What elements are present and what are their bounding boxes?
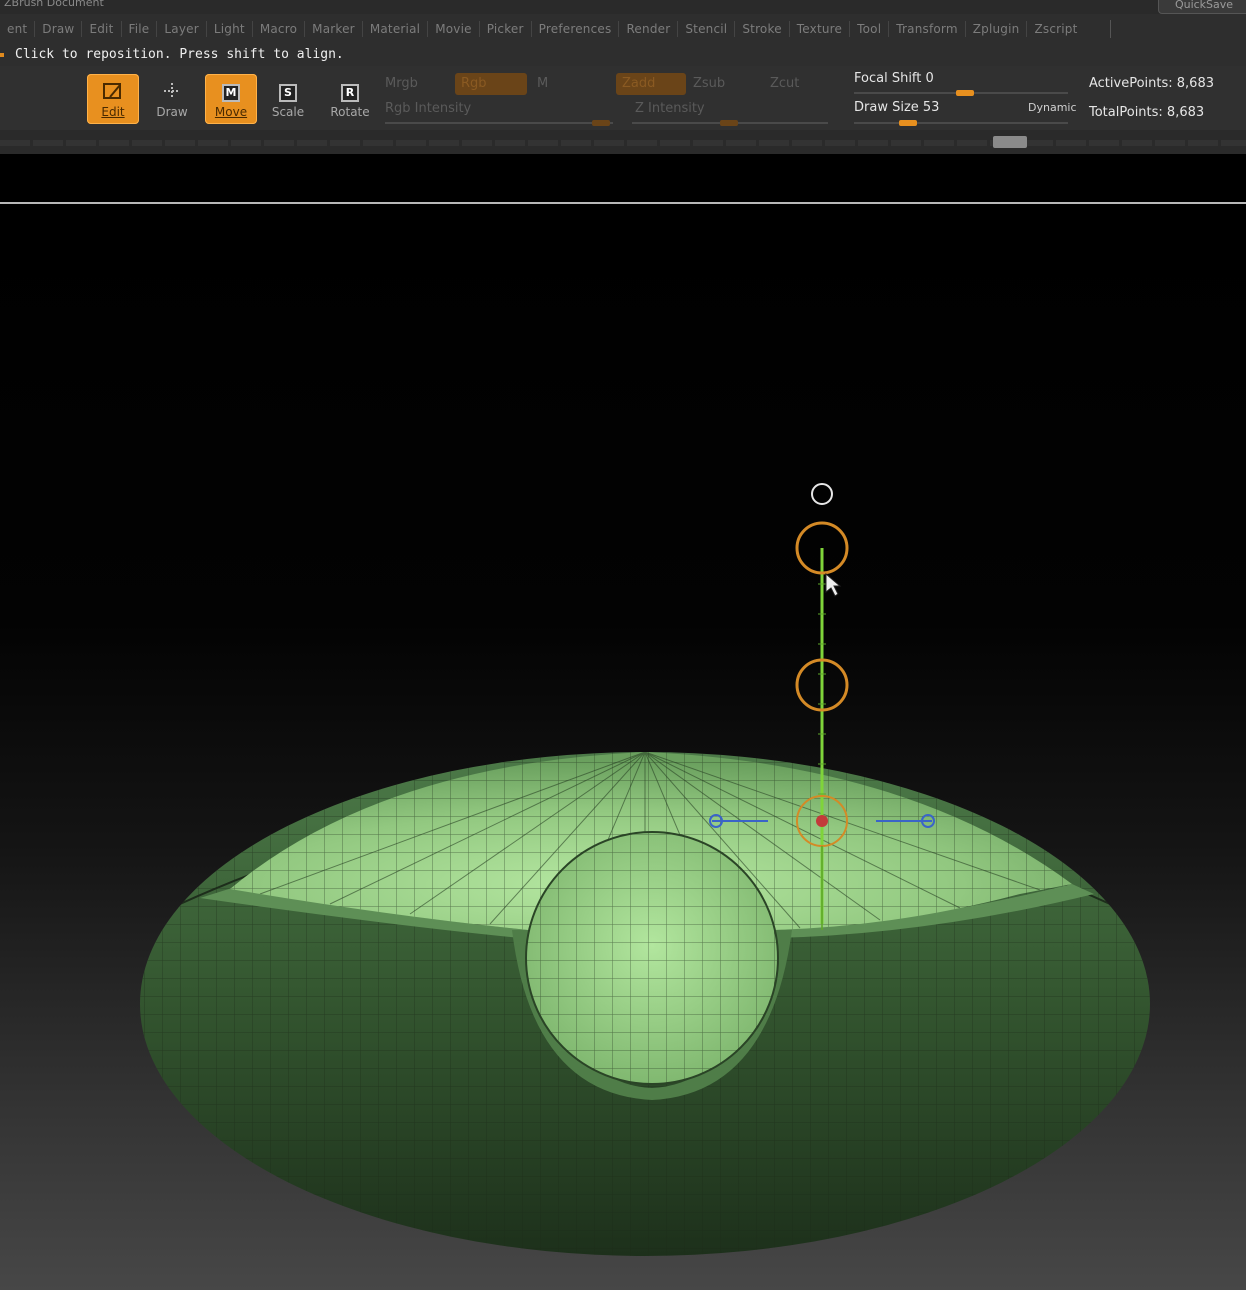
status-message: Click to reposition. Press shift to alig… (15, 47, 344, 62)
active-points-readout: ActivePoints: 8,683 (1089, 76, 1214, 91)
menu-item-texture[interactable]: Texture (790, 22, 849, 36)
move-button[interactable]: M Move (205, 74, 257, 124)
gizmo-handle-top[interactable] (811, 483, 833, 505)
menu-bar: ent Draw Edit File Layer Light Macro Marker Mate… (0, 14, 1246, 44)
m-button[interactable]: M (537, 76, 548, 91)
quicksave-button[interactable]: QuickSave (1158, 0, 1246, 14)
menu-item-zscript[interactable]: Zscript (1027, 22, 1084, 36)
z-intensity-knob[interactable] (720, 120, 738, 126)
scale-label: Scale (271, 105, 305, 119)
strip-segments (0, 140, 1246, 146)
draw-size-knob[interactable] (899, 120, 917, 126)
draw-size-track[interactable] (854, 122, 1068, 124)
menu-item-macro[interactable]: Macro (253, 22, 304, 36)
scale-icon: S (275, 80, 301, 102)
status-bar: Click to reposition. Press shift to alig… (0, 44, 1246, 66)
rotate-label: Rotate (330, 105, 370, 119)
rgb-intensity-knob[interactable] (592, 120, 610, 126)
menu-item-stencil[interactable]: Stencil (678, 22, 734, 36)
status-indicator (0, 53, 4, 57)
menu-item-picker[interactable]: Picker (480, 22, 531, 36)
menu-item-light[interactable]: Light (207, 22, 252, 36)
gizmo-center-dot (816, 815, 828, 827)
canvas-top-gap (0, 154, 1246, 202)
move-icon: M (218, 80, 244, 102)
edit-label: Edit (101, 105, 125, 119)
menu-item-zplugin[interactable]: Zplugin (966, 22, 1027, 36)
zcut-button[interactable]: Zcut (770, 76, 799, 91)
mrgb-button[interactable]: Mrgb (385, 76, 418, 91)
move-badge: M (222, 84, 240, 102)
menu-item-render[interactable]: Render (619, 22, 677, 36)
viewport-scene (140, 483, 1150, 1256)
rgb-intensity-track[interactable] (385, 122, 613, 124)
edit-button[interactable]: Edit (87, 74, 139, 124)
menu-item-draw[interactable]: Draw (35, 22, 81, 36)
z-intensity-label[interactable]: Z Intensity (635, 101, 705, 116)
window-title: ZBrush Document (4, 0, 104, 9)
menu-end-divider (1110, 20, 1111, 38)
menu-item-stroke[interactable]: Stroke (735, 22, 788, 36)
menu-item-edit[interactable]: Edit (82, 22, 120, 36)
zsub-button[interactable]: Zsub (693, 76, 725, 91)
scale-badge: S (279, 84, 297, 102)
dynamic-button[interactable]: Dynamic (1028, 101, 1077, 114)
title-bar: ZBrush Document QuickSave (0, 0, 1246, 14)
draw-label: Draw (156, 105, 188, 119)
focal-shift-label[interactable]: Focal Shift 0 (854, 71, 934, 86)
scale-button[interactable]: S Scale (262, 74, 314, 124)
menu-list: ent Draw Edit File Layer Light Macro Marker Mate… (0, 14, 1085, 44)
top-shelf: Edit Draw M Move S Scale R Rotate Mrgb R… (0, 66, 1246, 130)
menu-item-movie[interactable]: Movie (428, 22, 479, 36)
edit-icon (100, 80, 126, 102)
draw-button[interactable]: Draw (146, 74, 198, 124)
rotate-button[interactable]: R Rotate (324, 74, 376, 124)
menu-item-marker[interactable]: Marker (305, 22, 362, 36)
menu-item-layer[interactable]: Layer (157, 22, 205, 36)
strip-scroll-thumb[interactable] (993, 136, 1027, 148)
total-points-readout: TotalPoints: 8,683 (1089, 105, 1205, 120)
menu-item-tool[interactable]: Tool (850, 22, 888, 36)
cursor-icon (825, 572, 842, 597)
menu-item-material[interactable]: Material (363, 22, 427, 36)
draw-icon (159, 80, 185, 102)
draw-size-label[interactable]: Draw Size 53 (854, 100, 939, 115)
palette-strip (0, 130, 1246, 154)
rotate-icon: R (337, 80, 363, 102)
menu-item-transform[interactable]: Transform (889, 22, 965, 36)
zadd-button[interactable]: Zadd (616, 73, 686, 95)
move-label: Move (214, 105, 248, 119)
rotate-badge: R (341, 84, 359, 102)
menu-item-preferences[interactable]: Preferences (532, 22, 619, 36)
menu-item-file[interactable]: File (122, 22, 157, 36)
rgb-intensity-label[interactable]: Rgb Intensity (385, 101, 471, 116)
focal-shift-knob[interactable] (956, 90, 974, 96)
rgb-button[interactable]: Rgb (455, 73, 527, 95)
document-canvas[interactable] (0, 204, 1246, 1290)
menu-item-ent[interactable]: ent (0, 22, 34, 36)
